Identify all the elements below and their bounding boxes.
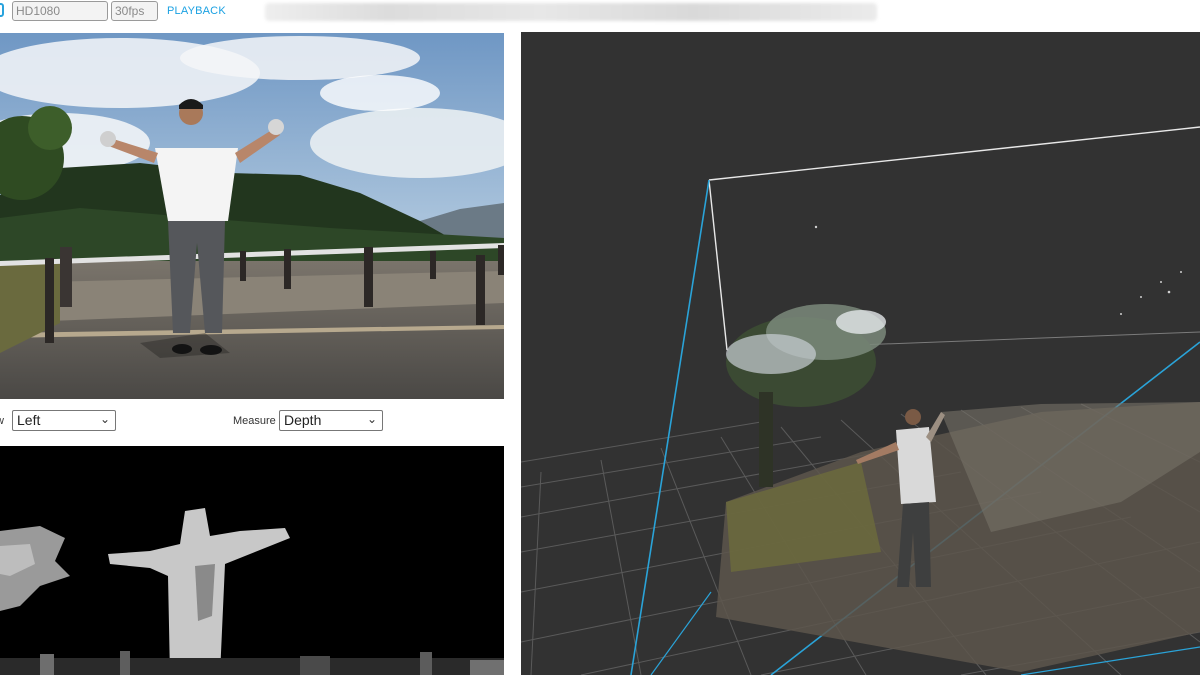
view-select-value: Left [17,412,41,428]
resolution-field[interactable]: HD1080 [12,1,108,21]
chevron-down-icon: ⌄ [366,412,377,426]
point-cloud-viewer[interactable] [521,32,1200,675]
point-cloud-canvas [521,32,1200,675]
fps-field[interactable]: 30fps [111,1,158,21]
checkbox-icon[interactable] [0,3,4,17]
camera-image [0,33,504,399]
view-select[interactable]: Left ⌄ [12,410,116,431]
blurred-status-bar [265,3,877,21]
chevron-down-icon: ⌄ [99,412,110,426]
depth-map-view [0,446,504,675]
playback-button[interactable]: PLAYBACK [167,5,226,17]
view-label: w [0,415,4,427]
depth-image [0,446,504,675]
camera-color-view [0,33,504,399]
measure-select-value: Depth [284,412,322,428]
top-toolbar: HD1080 30fps PLAYBACK [0,0,1200,26]
measure-label: Measure [233,415,276,427]
measure-select[interactable]: Depth ⌄ [279,410,383,431]
